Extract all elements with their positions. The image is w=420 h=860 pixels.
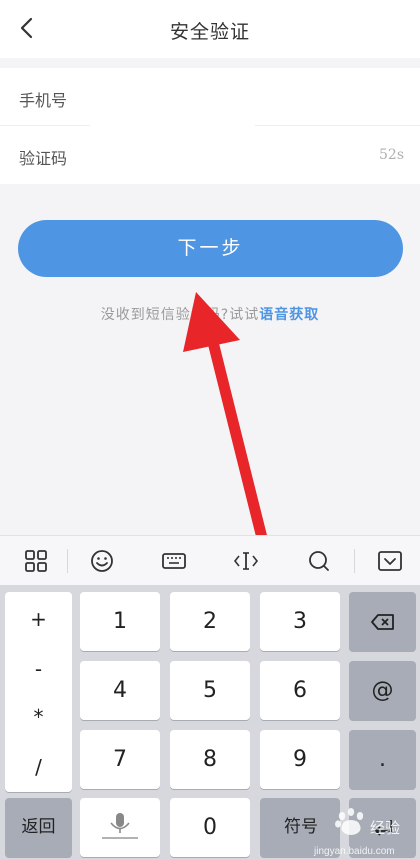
- resend-countdown: 52s: [379, 147, 404, 163]
- key-0[interactable]: 0: [170, 798, 250, 857]
- code-row: 验证码 52s: [0, 126, 420, 184]
- keyboard-toolbar: [0, 535, 420, 585]
- key-6[interactable]: 6: [260, 661, 340, 720]
- divider: [354, 549, 355, 573]
- symbol-minus-key[interactable]: -: [5, 657, 72, 681]
- key-9[interactable]: 9: [260, 730, 340, 789]
- phone-input[interactable]: [100, 80, 360, 114]
- verification-form: 手机号 验证码 52s: [0, 68, 420, 184]
- microphone-icon: [102, 813, 138, 839]
- code-input[interactable]: [100, 138, 360, 172]
- phone-row: 手机号: [0, 68, 420, 126]
- backspace-icon: [370, 614, 394, 630]
- sms-hint: 没收到短信验证码?试试语音获取: [0, 304, 420, 324]
- keyboard-icon[interactable]: [160, 547, 188, 575]
- code-label: 验证码: [19, 149, 68, 168]
- back-key[interactable]: 返回: [5, 798, 72, 857]
- backspace-key[interactable]: [349, 592, 416, 651]
- collapse-keyboard-icon[interactable]: [376, 547, 404, 575]
- key-8[interactable]: 8: [170, 730, 250, 789]
- key-1[interactable]: 1: [80, 592, 160, 651]
- at-key[interactable]: @: [349, 661, 416, 720]
- emoji-icon[interactable]: [88, 547, 116, 575]
- symbol-asterisk-key[interactable]: *: [5, 705, 72, 729]
- baidu-jingyan-watermark: 经验 jingyan.baidu.com: [313, 808, 400, 857]
- cursor-icon[interactable]: [232, 547, 260, 575]
- top-nav-bar: 安全验证: [0, 0, 420, 58]
- key-3[interactable]: 3: [260, 592, 340, 651]
- key-4[interactable]: 4: [80, 661, 160, 720]
- grid-icon[interactable]: [22, 547, 50, 575]
- svg-text:经验: 经验: [370, 820, 400, 837]
- page-title: 安全验证: [169, 21, 250, 43]
- key-2[interactable]: 2: [170, 592, 250, 651]
- divider: [67, 549, 68, 573]
- symbol-slash-key[interactable]: /: [5, 755, 72, 779]
- next-step-button[interactable]: 下一步: [18, 220, 403, 277]
- voice-key[interactable]: [80, 798, 160, 857]
- dot-key[interactable]: .: [349, 730, 416, 789]
- sms-hint-text: 没收到短信验证码?试试: [100, 307, 260, 323]
- key-7[interactable]: 7: [80, 730, 160, 789]
- voice-code-link[interactable]: 语音获取: [259, 307, 319, 323]
- symbol-plus-key[interactable]: +: [5, 607, 72, 631]
- svg-text:jingyan.baidu.com: jingyan.baidu.com: [313, 846, 395, 857]
- phone-label: 手机号: [19, 91, 68, 110]
- key-5[interactable]: 5: [170, 661, 250, 720]
- search-icon[interactable]: [305, 547, 333, 575]
